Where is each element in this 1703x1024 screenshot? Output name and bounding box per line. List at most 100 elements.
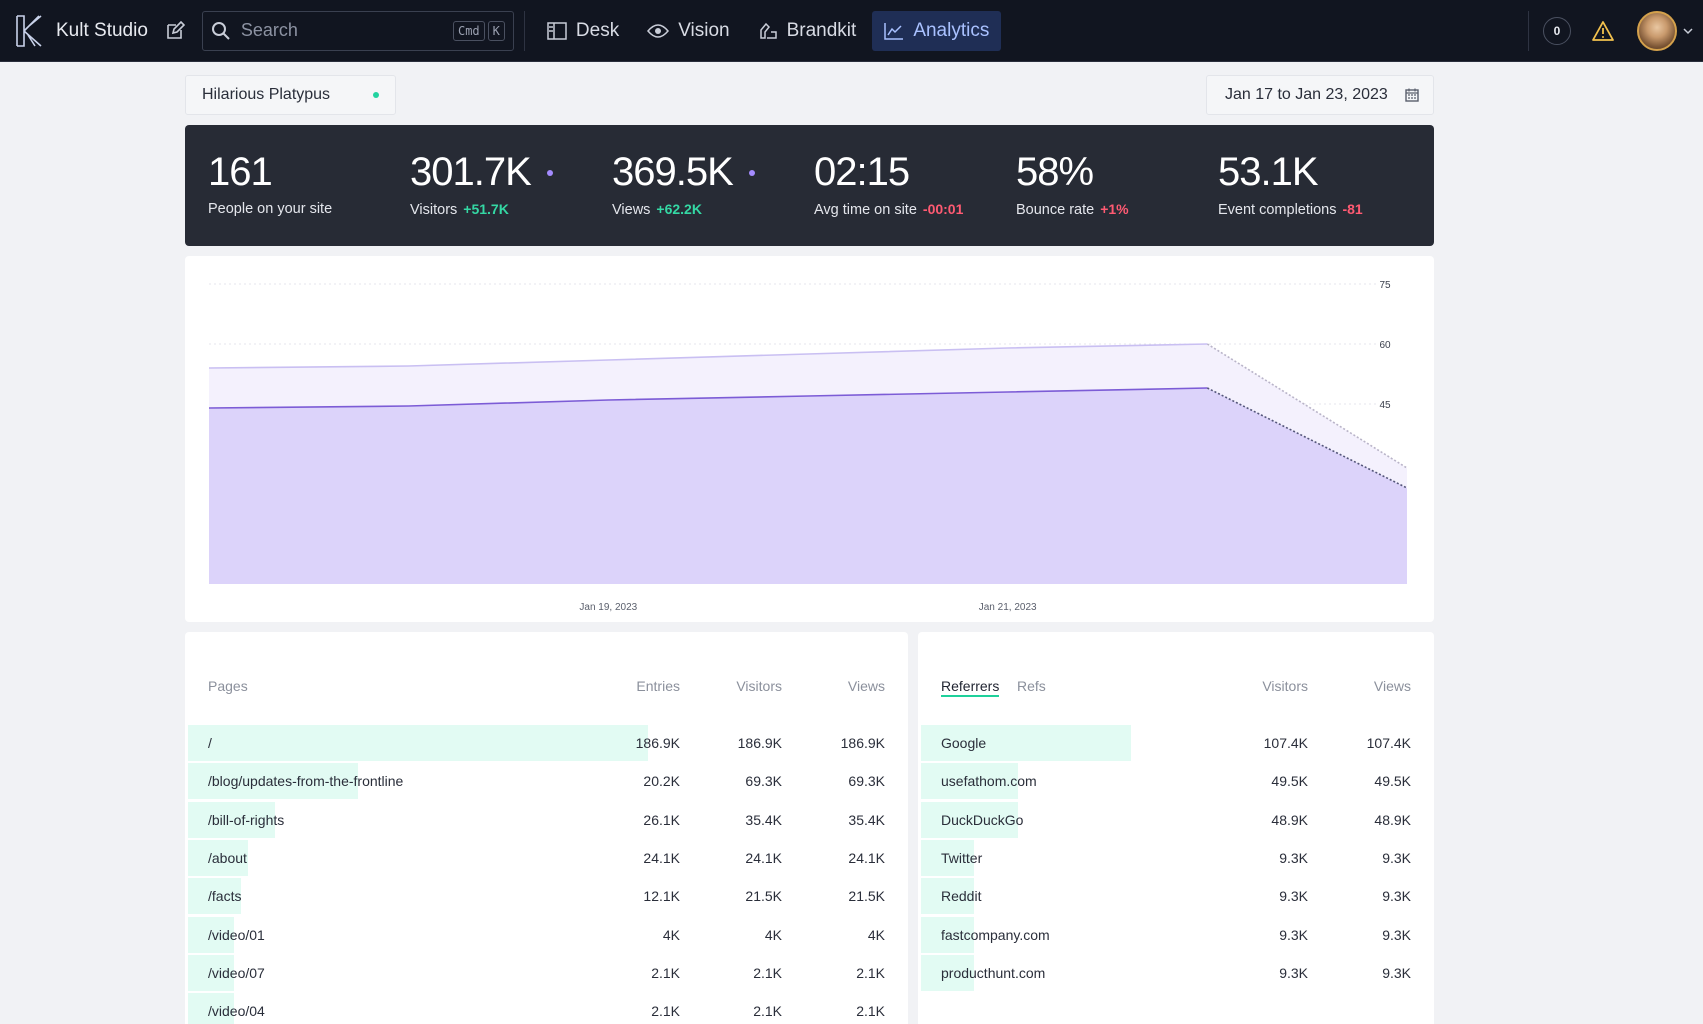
visitors-value: 9.3K bbox=[1279, 926, 1308, 943]
referrer-name[interactable]: Google bbox=[941, 735, 986, 751]
nav-brandkit[interactable]: Brandkit bbox=[746, 11, 869, 51]
top-navigation-bar: Kult Studio Search Cmd K Desk Vision Bra… bbox=[0, 0, 1703, 62]
table-row[interactable]: /about 24.1K 24.1K 24.1K bbox=[185, 839, 908, 876]
brandkit-icon bbox=[759, 22, 777, 39]
edit-icon[interactable] bbox=[164, 20, 186, 42]
warning-icon[interactable] bbox=[1591, 20, 1615, 42]
workspace-name[interactable]: Kult Studio bbox=[56, 20, 148, 42]
page-path[interactable]: /about bbox=[208, 850, 247, 866]
page-path[interactable]: /blog/updates-from-the-frontline bbox=[208, 773, 403, 789]
table-row[interactable]: DuckDuckGo 48.9K 48.9K bbox=[918, 801, 1434, 838]
views-value: 186.9K bbox=[840, 735, 885, 751]
table-row[interactable]: /facts 12.1K 21.5K 21.5K bbox=[185, 878, 908, 915]
visitors-value: 9.3K bbox=[1279, 964, 1308, 981]
table-row[interactable]: /video/04 2.1K 2.1K 2.1K bbox=[185, 993, 908, 1024]
stat-event-completions[interactable]: 53.1K Event completions -81 bbox=[1218, 125, 1420, 246]
views-value: 4K bbox=[867, 926, 885, 943]
table-row[interactable]: /blog/updates-from-the-frontline 20.2K 69.… bbox=[185, 763, 908, 800]
stat-label: Bounce rate bbox=[1016, 202, 1095, 218]
views-column-header[interactable]: Views bbox=[848, 678, 885, 694]
stat-live-people[interactable]: 161 People on your site bbox=[208, 125, 410, 246]
table-row[interactable]: /bill-of-rights 26.1K 35.4K 35.4K bbox=[185, 801, 908, 838]
visitors-value: 4K bbox=[764, 926, 782, 943]
referrer-name[interactable]: fastcompany.com bbox=[941, 927, 1050, 943]
nav-vision[interactable]: Vision bbox=[635, 11, 741, 51]
notification-count-badge[interactable]: 0 bbox=[1543, 17, 1571, 45]
date-range-picker[interactable]: Jan 17 to Jan 23, 2023 bbox=[1206, 75, 1434, 115]
page-path[interactable]: /bill-of-rights bbox=[208, 812, 284, 828]
stat-avg-time[interactable]: 02:15 Avg time on site -00:01 bbox=[814, 125, 1016, 246]
visitors-value: 107.4K bbox=[1263, 735, 1308, 751]
nav-brandkit-label: Brandkit bbox=[786, 19, 857, 41]
stat-visitors[interactable]: 301.7K Visitors +51.7K bbox=[410, 125, 612, 246]
referrer-name[interactable]: Reddit bbox=[941, 888, 981, 904]
site-selector[interactable]: Hilarious Platypus bbox=[185, 75, 396, 115]
header-divider bbox=[1528, 11, 1529, 51]
series-area bbox=[209, 388, 1407, 584]
visitors-column-header[interactable]: Visitors bbox=[1262, 678, 1308, 694]
nav-vision-label: Vision bbox=[678, 19, 730, 41]
referrer-name[interactable]: Twitter bbox=[941, 850, 982, 866]
series-indicator-dot bbox=[748, 169, 755, 176]
views-column-header[interactable]: Views bbox=[1374, 678, 1411, 694]
page-path[interactable]: /facts bbox=[208, 888, 241, 904]
stat-delta: +51.7K bbox=[463, 201, 509, 217]
search-placeholder: Search bbox=[240, 20, 298, 40]
stat-delta: +1% bbox=[1100, 201, 1129, 217]
stat-views[interactable]: 369.5K Views +62.2K bbox=[612, 125, 814, 246]
chevron-down-icon[interactable] bbox=[1683, 27, 1693, 35]
table-row[interactable]: /video/01 4K 4K 4K bbox=[185, 916, 908, 953]
stat-bounce-rate[interactable]: 58% Bounce rate +1% bbox=[1016, 125, 1218, 246]
search-icon bbox=[211, 21, 230, 40]
page-path[interactable]: / bbox=[208, 735, 212, 751]
referrer-name[interactable]: DuckDuckGo bbox=[941, 812, 1023, 828]
stats-summary: 161 People on your site 301.7K Visitors +… bbox=[185, 125, 1434, 246]
table-row[interactable]: /video/07 2.1K 2.1K 2.1K bbox=[185, 954, 908, 991]
table-row[interactable]: producthunt.com 9.3K 9.3K bbox=[918, 954, 1434, 991]
table-row[interactable]: Google 107.4K 107.4K bbox=[918, 725, 1434, 761]
page-path[interactable]: /video/04 bbox=[208, 1003, 265, 1019]
page-path[interactable]: /video/07 bbox=[208, 965, 265, 981]
views-value: 49.5K bbox=[1374, 773, 1411, 790]
referrers-table-header: Referrers Refs Visitors Views bbox=[918, 678, 1434, 698]
table-row[interactable]: fastcompany.com 9.3K 9.3K bbox=[918, 916, 1434, 953]
tab-refs[interactable]: Refs bbox=[1017, 678, 1046, 694]
entries-value: 186.9K bbox=[635, 735, 680, 751]
pages-column-title[interactable]: Pages bbox=[208, 678, 248, 694]
entries-value: 2.1K bbox=[651, 964, 680, 981]
visitors-value: 9.3K bbox=[1279, 849, 1308, 866]
table-row[interactable]: / 186.9K 186.9K 186.9K bbox=[185, 725, 908, 761]
visitors-column-header[interactable]: Visitors bbox=[736, 678, 782, 694]
table-row[interactable]: usefathom.com 49.5K 49.5K bbox=[918, 763, 1434, 800]
traffic-area-chart[interactable]: 1530456075Jan 19, 2023Jan 21, 2023 bbox=[185, 256, 1434, 622]
header-actions: 0 bbox=[1528, 0, 1703, 62]
stat-label: Event completions bbox=[1218, 202, 1337, 218]
entries-value: 12.1K bbox=[643, 888, 680, 905]
nav-analytics[interactable]: Analytics bbox=[872, 10, 1002, 51]
site-name: Hilarious Platypus bbox=[202, 86, 331, 103]
kult-logo-icon[interactable] bbox=[14, 14, 44, 48]
nav-desk[interactable]: Desk bbox=[535, 11, 631, 51]
entries-value: 2.1K bbox=[651, 1003, 680, 1020]
tab-referrers[interactable]: Referrers bbox=[941, 678, 1000, 697]
table-row[interactable]: Reddit 9.3K 9.3K bbox=[918, 878, 1434, 915]
table-row[interactable]: Twitter 9.3K 9.3K bbox=[918, 839, 1434, 876]
page-path[interactable]: /video/01 bbox=[208, 927, 265, 943]
nav-divider bbox=[523, 10, 525, 51]
y-tick-label: 45 bbox=[1379, 400, 1391, 411]
entries-column-header[interactable]: Entries bbox=[636, 678, 680, 694]
search-input[interactable]: Search Cmd K bbox=[201, 10, 514, 51]
visitors-value: 49.5K bbox=[1271, 773, 1308, 790]
site-status-dot bbox=[373, 92, 379, 98]
shortcut-key-cmd: Cmd bbox=[452, 20, 485, 41]
desk-icon bbox=[547, 21, 567, 40]
main-nav: Desk Vision Brandkit Analytics bbox=[535, 10, 1005, 51]
referrer-name[interactable]: usefathom.com bbox=[941, 773, 1037, 789]
stat-label: Visitors bbox=[410, 202, 458, 218]
views-value: 48.9K bbox=[1374, 811, 1411, 828]
user-avatar[interactable] bbox=[1637, 11, 1677, 51]
visitors-value: 24.1K bbox=[745, 849, 782, 866]
views-value: 9.3K bbox=[1382, 888, 1411, 905]
visitors-value: 48.9K bbox=[1271, 811, 1308, 828]
referrer-name[interactable]: producthunt.com bbox=[941, 965, 1045, 981]
